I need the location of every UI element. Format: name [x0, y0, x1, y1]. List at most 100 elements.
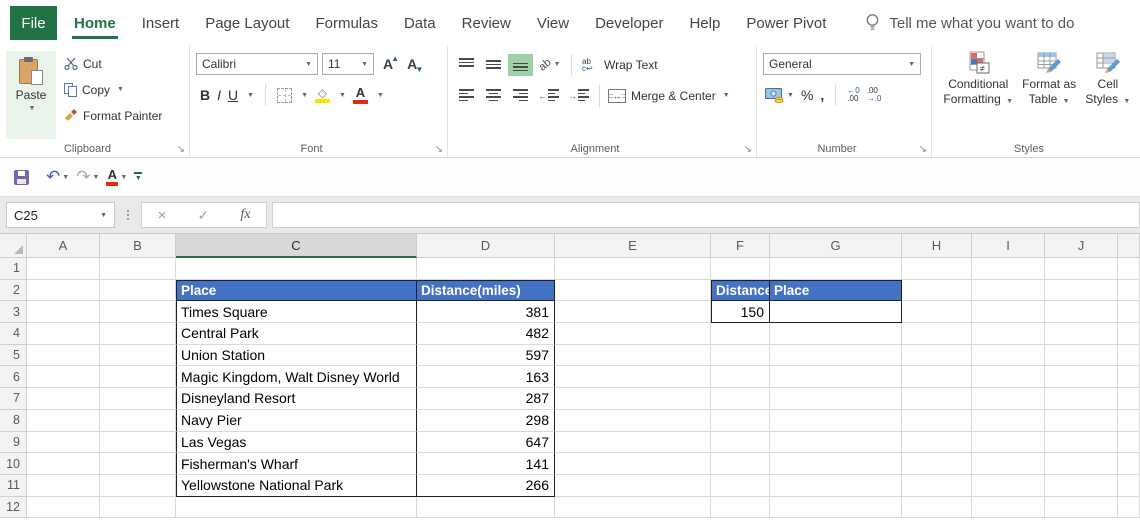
cell-G3[interactable]	[770, 301, 902, 323]
cell-C7[interactable]: Disneyland Resort	[176, 388, 417, 410]
cell-A11[interactable]	[27, 475, 100, 497]
cell-D9[interactable]: 647	[417, 432, 555, 454]
tab-developer[interactable]: Developer	[582, 6, 676, 40]
cell-I5[interactable]	[972, 345, 1045, 367]
insert-function-icon[interactable]: fx	[240, 207, 250, 223]
font-dialog-launcher[interactable]: ↘	[435, 145, 443, 155]
row-header-2[interactable]: 2	[0, 280, 27, 302]
cell-B8[interactable]	[100, 410, 176, 432]
cell-D3[interactable]: 381	[417, 301, 555, 323]
cell-E12[interactable]	[555, 497, 711, 519]
cell-partial-5[interactable]	[1118, 345, 1140, 367]
customize-qat-button[interactable]: ▼	[134, 172, 142, 182]
cell-F3[interactable]: 150	[711, 301, 770, 323]
cell-H5[interactable]	[902, 345, 972, 367]
cell-G11[interactable]	[770, 475, 902, 497]
font-size-select[interactable]: 11 ▼	[322, 53, 374, 75]
top-align-button[interactable]	[454, 54, 479, 76]
fill-color-button[interactable]: ◇	[315, 88, 330, 103]
cell-J7[interactable]	[1045, 388, 1118, 410]
cell-A5[interactable]	[27, 345, 100, 367]
cell-E10[interactable]	[555, 453, 711, 475]
cell-B10[interactable]	[100, 453, 176, 475]
cancel-icon[interactable]: ×	[158, 207, 167, 224]
col-header-C[interactable]: C	[176, 234, 417, 258]
cell-J8[interactable]	[1045, 410, 1118, 432]
cell-G10[interactable]	[770, 453, 902, 475]
cell-C11[interactable]: Yellowstone National Park	[176, 475, 417, 497]
cell-J10[interactable]	[1045, 453, 1118, 475]
cell-partial-10[interactable]	[1118, 453, 1140, 475]
cell-J5[interactable]	[1045, 345, 1118, 367]
cell-C10[interactable]: Fisherman's Wharf	[176, 453, 417, 475]
cell-B9[interactable]	[100, 432, 176, 454]
row-header-5[interactable]: 5	[0, 345, 27, 367]
cell-J1[interactable]	[1045, 258, 1118, 280]
cell-I8[interactable]	[972, 410, 1045, 432]
cell-E5[interactable]	[555, 345, 711, 367]
redo-button[interactable]: ↷▼	[76, 169, 99, 185]
cell-J9[interactable]	[1045, 432, 1118, 454]
cell-A12[interactable]	[27, 497, 100, 519]
font-color-button[interactable]: A	[353, 87, 368, 104]
col-header-D[interactable]: D	[417, 234, 555, 258]
cell-B1[interactable]	[100, 258, 176, 280]
orientation-button[interactable]: ab▼	[535, 54, 565, 76]
percent-style-button[interactable]: %	[801, 87, 813, 103]
font-name-select[interactable]: Calibri ▼	[196, 53, 318, 75]
accounting-format-button[interactable]: ▼	[765, 88, 794, 103]
cell-B2[interactable]	[100, 280, 176, 302]
cell-F10[interactable]	[711, 453, 770, 475]
qat-font-color-button[interactable]: A ▼	[106, 169, 127, 186]
row-header-7[interactable]: 7	[0, 388, 27, 410]
cell-H6[interactable]	[902, 366, 972, 388]
borders-button[interactable]	[277, 88, 292, 103]
cell-B12[interactable]	[100, 497, 176, 519]
cell-I9[interactable]	[972, 432, 1045, 454]
cell-G9[interactable]	[770, 432, 902, 454]
cell-B11[interactable]	[100, 475, 176, 497]
cell-E1[interactable]	[555, 258, 711, 280]
col-header-G[interactable]: G	[770, 234, 902, 258]
cell-J4[interactable]	[1045, 323, 1118, 345]
tab-power-pivot[interactable]: Power Pivot	[733, 6, 839, 40]
cell-J2[interactable]	[1045, 280, 1118, 302]
cell-C9[interactable]: Las Vegas	[176, 432, 417, 454]
merge-center-button[interactable]: ↔ Merge & Center ▼	[606, 83, 732, 108]
cell-D2[interactable]: Distance(miles)	[417, 280, 555, 302]
cell-C5[interactable]: Union Station	[176, 345, 417, 367]
cell-A6[interactable]	[27, 366, 100, 388]
increase-indent-button[interactable]: →	[565, 85, 593, 107]
cell-F12[interactable]	[711, 497, 770, 519]
cell-partial-12[interactable]	[1118, 497, 1140, 519]
decrease-indent-button[interactable]: ←	[535, 85, 563, 107]
cell-H12[interactable]	[902, 497, 972, 519]
conditional-formatting-button[interactable]: ≠ Conditional Formatting ▼	[940, 51, 1016, 109]
wrap-text-button[interactable]: ab c↩ Wrap Text	[580, 52, 660, 77]
col-header-F[interactable]: F	[711, 234, 770, 258]
cell-D11[interactable]: 266	[417, 475, 555, 497]
cell-D8[interactable]: 298	[417, 410, 555, 432]
col-header-partial[interactable]	[1118, 234, 1140, 258]
cell-H2[interactable]	[902, 280, 972, 302]
row-header-12[interactable]: 12	[0, 497, 27, 519]
cell-H4[interactable]	[902, 323, 972, 345]
cell-D5[interactable]: 597	[417, 345, 555, 367]
tab-page-layout[interactable]: Page Layout	[192, 6, 302, 40]
cell-G12[interactable]	[770, 497, 902, 519]
cell-partial-6[interactable]	[1118, 366, 1140, 388]
cell-D10[interactable]: 141	[417, 453, 555, 475]
cell-C2[interactable]: Place	[176, 280, 417, 302]
bottom-align-button[interactable]	[508, 54, 533, 76]
cell-E6[interactable]	[555, 366, 711, 388]
cell-I1[interactable]	[972, 258, 1045, 280]
cell-E8[interactable]	[555, 410, 711, 432]
cell-H10[interactable]	[902, 453, 972, 475]
chevron-down-icon[interactable]: ▼	[301, 92, 308, 99]
cell-E2[interactable]	[555, 280, 711, 302]
cell-G6[interactable]	[770, 366, 902, 388]
cell-B6[interactable]	[100, 366, 176, 388]
col-header-H[interactable]: H	[902, 234, 972, 258]
cell-D4[interactable]: 482	[417, 323, 555, 345]
cell-F1[interactable]	[711, 258, 770, 280]
